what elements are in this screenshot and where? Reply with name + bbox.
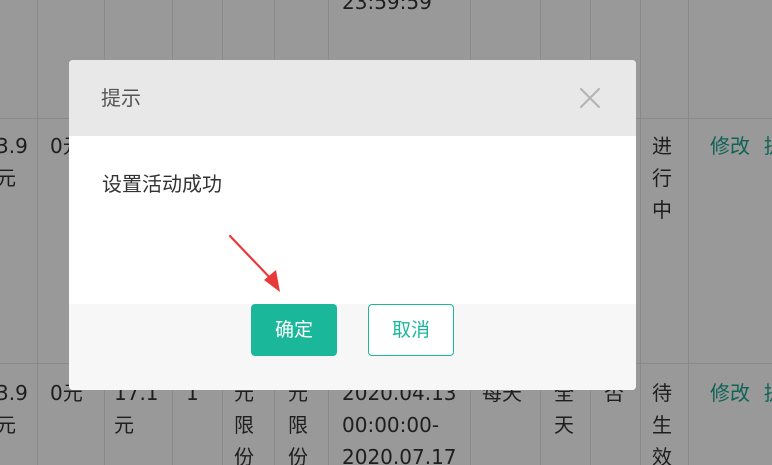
dialog-header bbox=[69, 60, 636, 136]
close-icon[interactable] bbox=[578, 86, 602, 110]
annotation-arrow-icon bbox=[228, 234, 280, 292]
alert-dialog: 提示 设置活动成功 确定 取消 bbox=[69, 60, 636, 390]
dialog-footer bbox=[69, 304, 636, 390]
dialog-message: 设置活动成功 bbox=[102, 172, 222, 196]
dialog-body bbox=[69, 136, 636, 304]
dialog-title: 提示 bbox=[101, 86, 141, 110]
confirm-button[interactable]: 确定 bbox=[251, 304, 337, 356]
cancel-button[interactable]: 取消 bbox=[368, 304, 454, 356]
